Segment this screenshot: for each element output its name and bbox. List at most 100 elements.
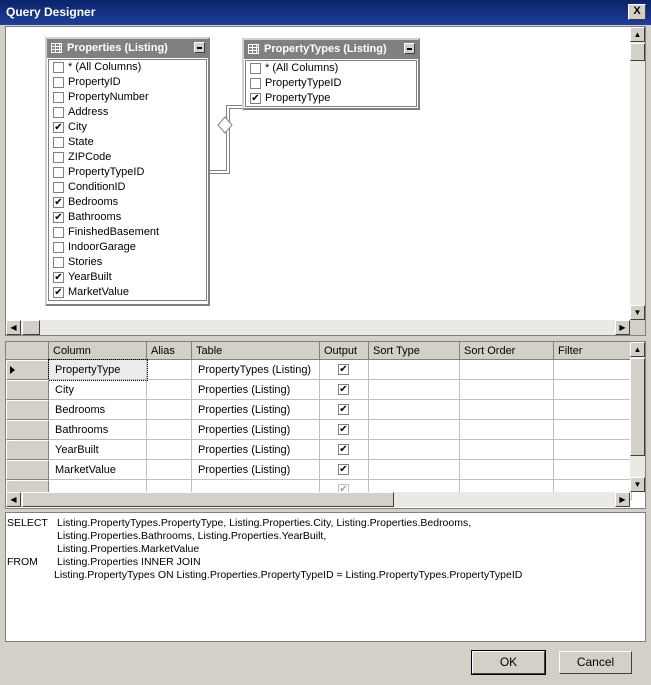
grid-cell[interactable]: ✔ — [320, 360, 369, 380]
field-row[interactable]: State — [49, 135, 206, 150]
grid-cell[interactable] — [460, 440, 554, 460]
grid-cell[interactable] — [554, 420, 632, 440]
grid-cell[interactable]: Properties (Listing) — [192, 460, 320, 480]
scroll-up-icon[interactable]: ▲ — [630, 342, 645, 357]
row-selector[interactable] — [6, 380, 49, 400]
field-checkbox[interactable] — [53, 77, 64, 88]
field-row[interactable]: ConditionID — [49, 180, 206, 195]
diagram-vscrollbar[interactable]: ▲ ▼ — [630, 27, 645, 320]
header-alias[interactable]: Alias — [147, 342, 192, 360]
field-checkbox[interactable] — [53, 92, 64, 103]
grid-cell[interactable]: Properties (Listing) — [192, 440, 320, 460]
grid-cell[interactable] — [460, 460, 554, 480]
header-sort-type[interactable]: Sort Type — [369, 342, 460, 360]
field-checkbox[interactable] — [53, 242, 64, 253]
grid-cell[interactable] — [369, 460, 460, 480]
row-selector[interactable] — [6, 360, 49, 380]
grid-cell[interactable]: ✔ — [320, 460, 369, 480]
grid-cell[interactable] — [369, 380, 460, 400]
scroll-left-icon[interactable]: ◀ — [6, 320, 21, 335]
scroll-down-icon[interactable]: ▼ — [630, 477, 645, 492]
grid-cell[interactable]: City — [49, 380, 147, 400]
diagram-hscrollbar[interactable]: ◀ ▶ — [6, 320, 630, 335]
field-row[interactable]: ✔ Bedrooms — [49, 195, 206, 210]
output-checkbox[interactable]: ✔ — [338, 364, 349, 375]
grid-cell[interactable]: ✔ — [320, 440, 369, 460]
header-table[interactable]: Table — [192, 342, 320, 360]
criteria-grid[interactable]: Column Alias Table Output Sort Type Sort… — [5, 341, 646, 509]
scroll-right-icon[interactable]: ▶ — [615, 320, 630, 335]
field-checkbox[interactable] — [53, 182, 64, 193]
sql-pane[interactable]: SELECT Listing.PropertyTypes.PropertyTyp… — [5, 512, 646, 642]
field-row[interactable]: * (All Columns) — [246, 61, 416, 76]
row-selector[interactable] — [6, 420, 49, 440]
field-row[interactable]: ✔ Bathrooms — [49, 210, 206, 225]
row-selector[interactable] — [6, 460, 49, 480]
field-checkbox[interactable]: ✔ — [53, 122, 64, 133]
grid-cell[interactable] — [147, 380, 192, 400]
header-column[interactable]: Column — [49, 342, 147, 360]
grid-cell[interactable] — [554, 380, 632, 400]
table-header[interactable]: Properties (Listing) — [47, 39, 208, 58]
field-checkbox[interactable] — [53, 62, 64, 73]
field-row[interactable]: PropertyID — [49, 75, 206, 90]
grid-cell[interactable]: PropertyType — [48, 359, 148, 381]
output-checkbox[interactable]: ✔ — [338, 464, 349, 475]
row-selector[interactable] — [6, 400, 49, 420]
field-row[interactable]: ✔ MarketValue — [49, 285, 206, 300]
table-property-types[interactable]: PropertyTypes (Listing) * (All Columns) P… — [242, 38, 420, 110]
field-checkbox[interactable] — [250, 63, 261, 74]
cancel-button[interactable]: Cancel — [559, 651, 632, 674]
grid-cell[interactable]: MarketValue — [49, 460, 147, 480]
field-checkbox[interactable] — [53, 257, 64, 268]
grid-cell[interactable] — [147, 400, 192, 420]
grid-hscrollbar[interactable]: ◀ ▶ — [6, 492, 630, 507]
grid-cell[interactable]: ✔ — [320, 420, 369, 440]
scroll-down-icon[interactable]: ▼ — [630, 305, 645, 320]
header-output[interactable]: Output — [320, 342, 369, 360]
grid-cell[interactable] — [554, 440, 632, 460]
grid-cell[interactable] — [554, 400, 632, 420]
table-properties[interactable]: Properties (Listing) * (All Columns) Prop… — [45, 37, 210, 306]
field-row[interactable]: PropertyTypeID — [246, 76, 416, 91]
output-checkbox[interactable]: ✔ — [338, 404, 349, 415]
field-row[interactable]: * (All Columns) — [49, 60, 206, 75]
field-checkbox[interactable] — [250, 78, 261, 89]
field-checkbox[interactable] — [53, 152, 64, 163]
close-button[interactable]: X — [628, 4, 646, 20]
grid-cell[interactable]: Properties (Listing) — [192, 380, 320, 400]
grid-cell[interactable] — [460, 400, 554, 420]
field-row[interactable]: Address — [49, 105, 206, 120]
field-row[interactable]: IndoorGarage — [49, 240, 206, 255]
grid-cell[interactable] — [460, 420, 554, 440]
grid-cell[interactable]: ✔ — [320, 380, 369, 400]
scroll-thumb[interactable] — [630, 358, 645, 456]
scroll-left-icon[interactable]: ◀ — [6, 492, 21, 507]
grid-cell[interactable]: ✔ — [320, 400, 369, 420]
field-row[interactable]: ✔ YearBuilt — [49, 270, 206, 285]
field-row[interactable]: ZIPCode — [49, 150, 206, 165]
field-row[interactable]: ✔ City — [49, 120, 206, 135]
field-row[interactable]: FinishedBasement — [49, 225, 206, 240]
grid-cell[interactable] — [147, 460, 192, 480]
field-row[interactable]: Stories — [49, 255, 206, 270]
field-checkbox[interactable] — [53, 167, 64, 178]
grid-cell[interactable] — [460, 380, 554, 400]
field-checkbox[interactable]: ✔ — [250, 93, 261, 104]
grid-cell[interactable] — [369, 360, 460, 380]
field-checkbox[interactable] — [53, 227, 64, 238]
field-row[interactable]: PropertyNumber — [49, 90, 206, 105]
minimize-icon[interactable] — [404, 43, 415, 54]
output-checkbox[interactable]: ✔ — [338, 424, 349, 435]
field-row[interactable]: PropertyTypeID — [49, 165, 206, 180]
diagram-pane[interactable]: Properties (Listing) * (All Columns) Prop… — [5, 26, 646, 336]
field-row[interactable]: ✔ PropertyType — [246, 91, 416, 106]
output-checkbox[interactable]: ✔ — [338, 444, 349, 455]
grid-cell[interactable]: PropertyTypes (Listing) — [192, 360, 320, 380]
output-checkbox[interactable]: ✔ — [338, 384, 349, 395]
grid-cell[interactable]: Properties (Listing) — [192, 420, 320, 440]
grid-cell[interactable] — [369, 400, 460, 420]
scroll-up-icon[interactable]: ▲ — [630, 27, 645, 42]
header-sort-order[interactable]: Sort Order — [460, 342, 554, 360]
grid-cell[interactable] — [554, 360, 632, 380]
